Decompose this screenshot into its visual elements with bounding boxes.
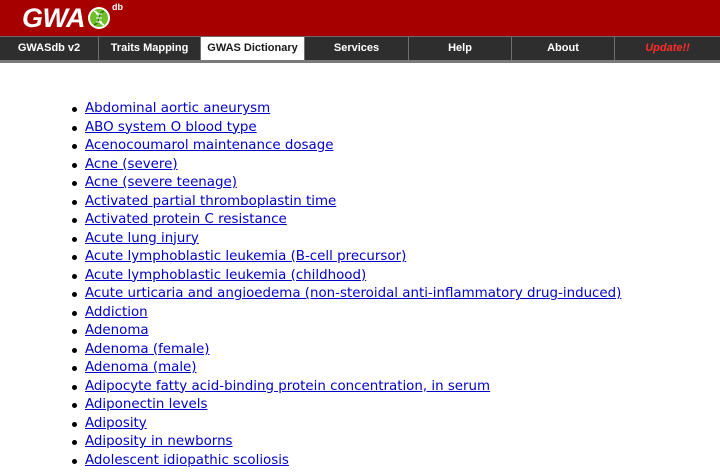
bullet-icon — [72, 329, 77, 334]
list-item: Abdominal aortic aneurysm — [72, 100, 720, 119]
list-item: Activated partial thromboplastin time — [72, 193, 720, 212]
bullet-icon — [72, 440, 77, 445]
list-item: Adenoma (female) — [72, 341, 720, 360]
nav-services[interactable]: Services — [305, 37, 409, 60]
term-list: Abdominal aortic aneurysm ABO system O b… — [0, 100, 720, 470]
nav-help[interactable]: Help — [409, 37, 512, 60]
logo-superscript: db — [112, 2, 123, 12]
bullet-icon — [72, 236, 77, 242]
bullet-icon — [72, 107, 77, 112]
list-item: Acute lymphoblastic leukemia (childhood) — [72, 267, 720, 286]
list-item: Adiposity — [72, 415, 720, 434]
term-link[interactable]: Adenoma (male) — [85, 360, 197, 375]
list-item: Adolescent idiopathic scoliosis — [72, 452, 720, 471]
bullet-icon — [72, 403, 77, 408]
logo-text: GWA — [22, 3, 86, 33]
list-item: Acne (severe) — [72, 156, 720, 175]
list-item: Adenoma — [72, 322, 720, 341]
bullet-icon — [72, 255, 77, 260]
term-link[interactable]: Acute lymphoblastic leukemia (childhood) — [85, 268, 366, 283]
bullet-icon — [72, 458, 77, 464]
nav-update[interactable]: Update!! — [615, 37, 720, 60]
term-link[interactable]: Addiction — [85, 305, 148, 320]
term-link[interactable]: Adipocyte fatty acid-binding protein con… — [85, 379, 490, 394]
bullet-icon — [72, 273, 77, 279]
list-item: Acute lymphoblastic leukemia (B-cell pre… — [72, 248, 720, 267]
list-item: Acenocoumarol maintenance dosage — [72, 137, 720, 156]
term-link[interactable]: Adenoma (female) — [85, 342, 209, 357]
bullet-icon — [72, 199, 77, 205]
term-link[interactable]: Adiposity — [85, 416, 147, 431]
term-link[interactable]: Acne (severe) — [85, 157, 178, 172]
term-link[interactable]: Acute urticaria and angioedema (non-ster… — [85, 286, 621, 301]
term-link[interactable]: Acenocoumarol maintenance dosage — [85, 138, 333, 153]
bullet-icon — [72, 292, 77, 297]
bullet-icon — [72, 310, 77, 316]
gwasdb-logo[interactable]: GWA db — [22, 2, 123, 33]
bullet-icon — [72, 366, 77, 371]
list-item: Adenoma (male) — [72, 359, 720, 378]
list-item: Acute lung injury — [72, 230, 720, 249]
nav-traits-mapping[interactable]: Traits Mapping — [99, 37, 201, 60]
dna-helix-icon — [88, 7, 110, 29]
bullet-icon — [72, 421, 77, 427]
bullet-icon — [72, 384, 77, 390]
nav-gwas-dictionary[interactable]: GWAS Dictionary — [201, 37, 305, 60]
list-item: ABO system O blood type — [72, 119, 720, 138]
list-item: Adiponectin levels — [72, 396, 720, 415]
term-link[interactable]: Abdominal aortic aneurysm — [85, 101, 270, 116]
term-link[interactable]: Adiponectin levels — [85, 397, 207, 412]
list-item: Activated protein C resistance — [72, 211, 720, 230]
dictionary-content: Abdominal aortic aneurysm ABO system O b… — [0, 100, 720, 470]
term-link[interactable]: ABO system O blood type — [85, 120, 257, 135]
term-link[interactable]: Acne (severe teenage) — [85, 175, 237, 190]
nav-gwasdb-v2[interactable]: GWASdb v2 — [0, 37, 99, 60]
list-item: Adipocyte fatty acid-binding protein con… — [72, 378, 720, 397]
term-link[interactable]: Adenoma — [85, 323, 149, 338]
bullet-icon — [72, 218, 77, 223]
term-link[interactable]: Activated protein C resistance — [85, 212, 287, 227]
term-link[interactable]: Activated partial thromboplastin time — [85, 194, 336, 209]
bullet-icon — [72, 125, 77, 131]
term-link[interactable]: Adolescent idiopathic scoliosis — [85, 453, 289, 468]
site-header: GWA db — [0, 0, 720, 36]
term-link[interactable]: Acute lymphoblastic leukemia (B-cell pre… — [85, 249, 406, 264]
bullet-icon — [72, 181, 77, 186]
list-item: Acute urticaria and angioedema (non-ster… — [72, 285, 720, 304]
bullet-icon — [72, 144, 77, 149]
term-link[interactable]: Acute lung injury — [85, 231, 199, 246]
list-item: Adiposity in newborns — [72, 433, 720, 452]
main-navigation: GWASdb v2 Traits Mapping GWAS Dictionary… — [0, 36, 720, 63]
list-item: Acne (severe teenage) — [72, 174, 720, 193]
list-item: Addiction — [72, 304, 720, 323]
bullet-icon — [72, 162, 77, 168]
term-link[interactable]: Adiposity in newborns — [85, 434, 233, 449]
nav-about[interactable]: About — [512, 37, 615, 60]
bullet-icon — [72, 347, 77, 353]
